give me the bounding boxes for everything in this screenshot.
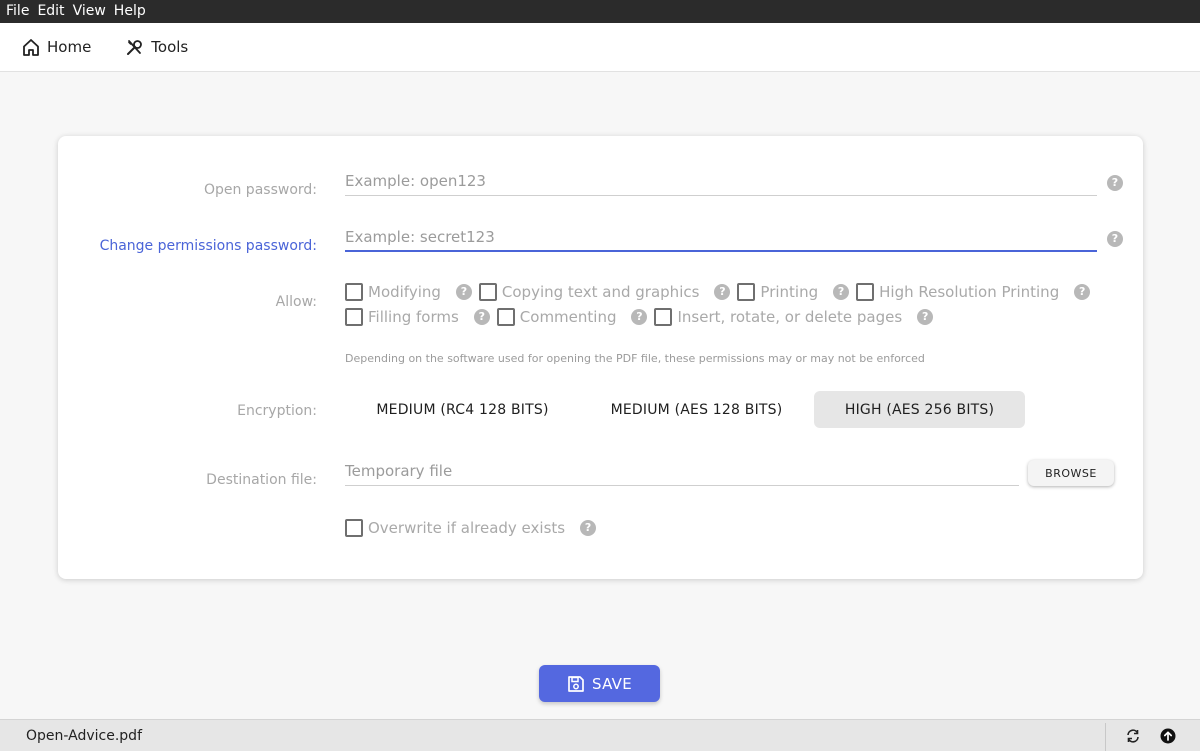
overwrite-row: Overwrite if already exists ? [345,518,603,538]
encryption-option-aes-256[interactable]: HIGH (AES 256 BITS) [814,391,1025,428]
allow-label: Allow: [275,294,317,310]
permissions-password-input[interactable]: Example: secret123 [345,227,1097,252]
floppy-disk-icon [568,675,584,692]
help-icon[interactable]: ? [1107,175,1123,191]
menu-view[interactable]: View [73,0,106,23]
printing-checkbox[interactable]: Printing ? [737,283,856,301]
checkbox-box[interactable] [345,283,363,301]
commenting-label: Commenting [519,308,617,326]
filling-forms-checkbox[interactable]: Filling forms ? [345,308,497,326]
help-icon[interactable]: ? [1074,284,1091,300]
checkbox-box[interactable] [856,283,875,301]
top-nav: Home Tools [0,23,1200,72]
tools-icon [127,39,143,55]
menu-edit[interactable]: Edit [37,0,64,23]
copying-label: Copying text and graphics [501,283,700,301]
status-divider [1105,723,1106,751]
destination-label: Destination file: [206,472,317,488]
commenting-checkbox[interactable]: Commenting ? [496,308,655,326]
browse-button[interactable]: BROWSE [1028,460,1114,486]
open-password-input[interactable]: Example: open123 [345,171,1097,196]
home-icon [23,38,39,56]
permissions-note: Depending on the software used for openi… [345,352,925,365]
nav-tools-button[interactable]: Tools [125,38,188,57]
help-icon[interactable]: ? [917,309,934,325]
upload-icon[interactable] [1160,728,1176,744]
menu-file[interactable]: File [6,0,29,23]
encryption-label: Encryption: [237,403,317,419]
menu-help[interactable]: Help [114,0,146,23]
save-button[interactable]: SAVE [539,665,660,702]
permissions-row-1: Modifying ? Copying text and graphics ? … [345,282,1097,302]
status-bar: Open-Advice.pdf [0,719,1200,751]
help-icon[interactable]: ? [714,284,731,300]
save-label: SAVE [591,674,633,693]
printing-label: Printing [760,283,819,301]
filling-forms-label: Filling forms [368,308,459,326]
checkbox-box[interactable] [345,519,363,537]
page-edit-checkbox[interactable]: Insert, rotate, or delete pages ? [654,308,940,326]
help-icon[interactable]: ? [455,284,472,300]
current-filename: Open-Advice.pdf [26,728,142,744]
checkbox-box[interactable] [478,283,497,301]
sync-icon[interactable] [1125,728,1141,744]
help-icon[interactable]: ? [631,309,648,325]
page-edit-label: Insert, rotate, or delete pages [677,308,903,326]
nav-home-label: Home [47,38,92,56]
copying-checkbox[interactable]: Copying text and graphics ? [478,283,738,301]
checkbox-box[interactable] [737,283,756,301]
encryption-settings-card: Open password: Example: open123 ? Change… [58,136,1143,579]
modifying-label: Modifying [368,283,441,301]
help-icon[interactable]: ? [580,520,597,536]
encryption-option-rc4-128[interactable]: MEDIUM (RC4 128 BITS) [350,391,575,428]
overwrite-checkbox[interactable]: Overwrite if already exists ? [345,519,603,537]
nav-tools-label: Tools [151,38,189,56]
checkbox-box[interactable] [496,308,515,326]
permissions-row-2: Filling forms ? Commenting ? Insert, rot… [345,307,940,327]
help-icon[interactable]: ? [1107,231,1123,247]
permissions-password-label: Change permissions password: [99,238,317,254]
help-icon[interactable]: ? [833,284,850,300]
checkbox-box[interactable] [654,308,673,326]
nav-home-button[interactable]: Home [22,38,91,57]
overwrite-label: Overwrite if already exists [368,519,566,537]
encryption-option-aes-128[interactable]: MEDIUM (AES 128 BITS) [585,391,808,428]
open-password-label: Open password: [203,182,317,198]
checkbox-box[interactable] [345,308,363,326]
help-icon[interactable]: ? [473,309,490,325]
high-res-printing-label: High Resolution Printing [879,283,1060,301]
high-res-printing-checkbox[interactable]: High Resolution Printing ? [856,283,1097,301]
menu-bar: File Edit View Help [0,0,1200,23]
destination-file-input[interactable]: Temporary file [345,461,1019,486]
modifying-checkbox[interactable]: Modifying ? [345,283,479,301]
